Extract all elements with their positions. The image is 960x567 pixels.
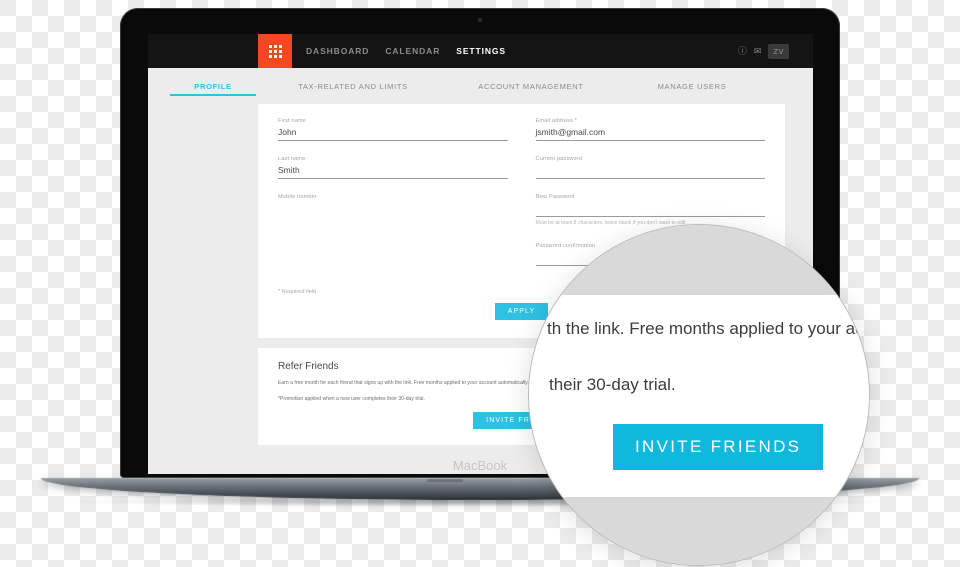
lens-text-line-1: th the link. Free months applied to your… — [547, 319, 870, 338]
lens-text-line-2: their 30-day trial. — [549, 375, 676, 394]
help-circle-icon[interactable]: ⓘ — [738, 46, 747, 56]
lens-top-background — [529, 225, 869, 295]
new-password-underline — [535, 216, 765, 217]
settings-tabbar: PROFILE TAX-RELATED AND LIMITS ACCOUNT M… — [148, 68, 813, 96]
new-password-label: New Password — [535, 194, 575, 200]
app-logo[interactable] — [258, 34, 292, 68]
webcam-icon — [478, 18, 482, 22]
new-password-value — [536, 203, 766, 214]
lens-invite-friends-button[interactable]: INVITE FRIENDS — [613, 424, 824, 470]
first-name-field[interactable]: First name John — [278, 118, 508, 141]
mobile-number-label: Mobile number — [278, 194, 317, 200]
first-name-value: John — [278, 127, 297, 137]
tab-manage-users[interactable]: MANAGE USERS — [632, 82, 752, 96]
last-name-label: Last name — [278, 156, 306, 162]
nav-item-settings[interactable]: SETTINGS — [456, 46, 506, 56]
tab-profile[interactable]: PROFILE — [170, 82, 256, 96]
current-password-label: Current password — [535, 156, 583, 162]
email-address-field[interactable]: Email address * jsmith@gmail.com — [535, 118, 765, 141]
lens-bottom-background — [529, 497, 869, 565]
nav-item-calendar[interactable]: CALENDAR — [385, 46, 440, 56]
mobile-number-field[interactable]: Mobile number — [278, 194, 508, 214]
mail-icon[interactable]: ✉ — [754, 46, 762, 56]
profile-left-column: First name John Last name Smith Mobile n — [278, 118, 508, 281]
dots-grid-logo-icon — [268, 44, 282, 58]
new-password-field[interactable]: New Password Must be at least 8 characte… — [535, 194, 766, 228]
tab-tax-related-and-limits[interactable]: TAX-RELATED AND LIMITS — [278, 82, 428, 96]
current-password-underline — [535, 178, 765, 179]
avatar[interactable]: ZV — [768, 43, 789, 59]
lens-zoomed-content: th the link. Free months applied to your… — [529, 295, 869, 497]
email-address-underline — [535, 140, 765, 141]
current-password-value — [536, 165, 766, 176]
first-name-label: First name — [278, 118, 306, 124]
last-name-field[interactable]: Last name Smith — [278, 156, 508, 179]
email-address-value: jsmith@gmail.com — [535, 127, 606, 137]
magnifier-lens: th the link. Free months applied to your… — [528, 224, 870, 566]
mobile-number-value — [278, 203, 508, 214]
current-password-field[interactable]: Current password — [535, 156, 766, 179]
header-actions: ⓘ ✉ ZV — [738, 43, 789, 59]
main-nav: DASHBOARD CALENDAR SETTINGS — [306, 46, 506, 56]
nav-item-dashboard[interactable]: DASHBOARD — [306, 46, 369, 56]
first-name-underline — [278, 140, 508, 141]
app-header: DASHBOARD CALENDAR SETTINGS ⓘ ✉ ZV — [148, 34, 813, 68]
email-address-label: Email address * — [535, 118, 577, 124]
tab-account-management[interactable]: ACCOUNT MANAGEMENT — [456, 82, 606, 96]
last-name-underline — [278, 178, 508, 179]
last-name-value: Smith — [278, 165, 300, 175]
